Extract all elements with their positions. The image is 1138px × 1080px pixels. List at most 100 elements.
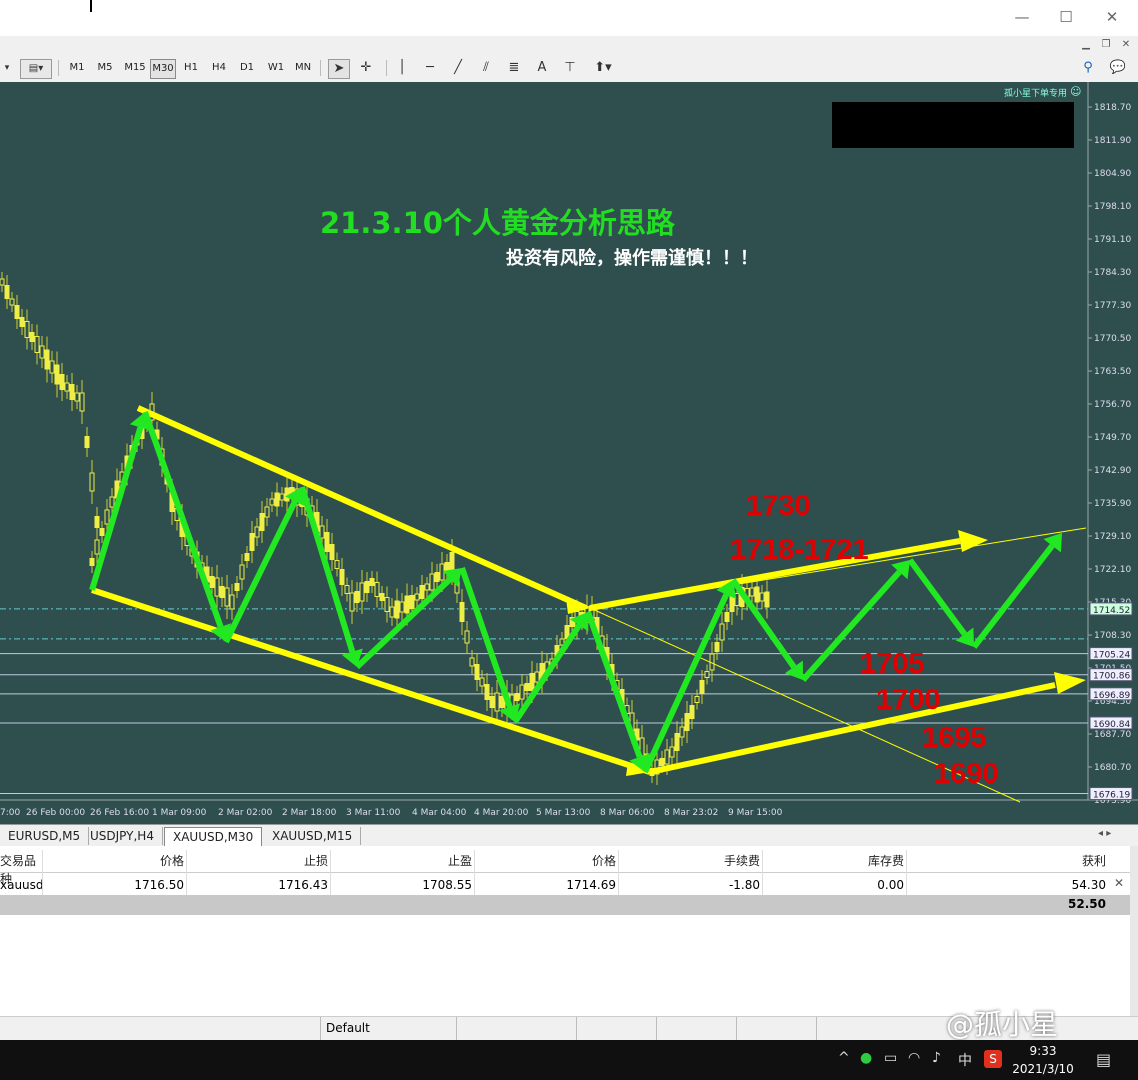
price-tick-label: 1763.50 — [1094, 367, 1131, 377]
profile-name[interactable]: Default — [326, 1021, 370, 1035]
timeframe-m30[interactable]: M30 — [150, 59, 176, 79]
indicator-label: 孤小星下单专用 — [1004, 89, 1068, 99]
price-tag-label: 1714.52 — [1093, 606, 1130, 616]
chart-tab[interactable]: XAUUSD,M30 — [164, 827, 263, 846]
candle-body — [534, 671, 540, 683]
child-restore-icon[interactable]: ❐ — [1098, 38, 1114, 52]
tray-chevron-icon[interactable]: ^ — [838, 1050, 850, 1066]
label-tool-icon[interactable]: ⊤ — [560, 59, 580, 77]
clock-time[interactable]: 9:33 — [1010, 1044, 1076, 1058]
column-header[interactable]: 价格 — [476, 852, 616, 870]
candle-body — [469, 657, 475, 667]
timeframe-h4[interactable]: H4 — [208, 59, 230, 77]
fibonacci-icon[interactable]: ≣ — [504, 59, 524, 77]
timeframe-mn[interactable]: MN — [292, 59, 314, 77]
network-icon[interactable]: ◠ — [908, 1050, 920, 1066]
candle-body — [514, 693, 520, 701]
column-separator — [906, 850, 907, 896]
wechat-icon[interactable]: ● — [860, 1050, 872, 1066]
candle-body — [209, 576, 215, 588]
order-cell[interactable]: 1716.50 — [44, 876, 184, 894]
shapes-dropdown-icon[interactable]: ⬆▾ — [588, 59, 618, 77]
chart-tab[interactable]: XAUUSD,M15 — [264, 827, 362, 845]
cursor-icon[interactable]: ➤ — [328, 59, 350, 79]
trendline-icon[interactable]: ╱ — [448, 59, 468, 77]
candle-body — [69, 384, 75, 400]
timeframe-d1[interactable]: D1 — [236, 59, 258, 77]
child-minimize-icon[interactable]: ▁ — [1078, 38, 1094, 52]
text-tool-icon[interactable]: A — [532, 59, 552, 77]
close-order-icon[interactable]: ✕ — [1114, 876, 1124, 890]
candle-body — [214, 577, 220, 597]
child-close-icon[interactable]: ✕ — [1118, 38, 1134, 52]
total-profit: 52.50 — [1068, 897, 1106, 911]
candle-body — [94, 516, 100, 528]
candle-body — [434, 572, 440, 582]
time-tick-label: 26 Feb 16:00 — [90, 808, 149, 818]
candle-body — [79, 392, 85, 412]
price-annotation: 1690 — [934, 758, 999, 790]
minimize-button[interactable]: — — [1002, 6, 1042, 28]
vertical-line-icon[interactable]: │ — [392, 59, 412, 77]
price-tick-label: 1791.10 — [1094, 235, 1131, 245]
order-cell[interactable]: 1714.69 — [476, 876, 616, 894]
timeframe-h1[interactable]: H1 — [180, 59, 202, 77]
candle-body — [109, 496, 115, 508]
chart-title: 21.3.10个人黄金分析思路 — [320, 206, 675, 240]
column-header[interactable]: 交易品种 — [0, 852, 40, 886]
price-tick-label: 1756.70 — [1094, 400, 1131, 410]
toolbar-separator — [320, 60, 321, 76]
chat-icon[interactable]: 💬 — [1106, 59, 1130, 77]
candle-body — [224, 587, 230, 607]
notification-icon[interactable]: ▤ — [1096, 1050, 1111, 1069]
order-cell[interactable]: 1708.55 — [332, 876, 472, 894]
candle-body — [249, 533, 255, 551]
toolbar-separator — [386, 60, 387, 76]
volume-icon[interactable]: ♪ — [932, 1050, 941, 1066]
zigzag-arrow-line — [299, 486, 356, 653]
column-header[interactable]: 获利 — [908, 852, 1106, 870]
tab-scroll-icon[interactable]: ◂ ▸ — [1098, 828, 1111, 839]
search-icon[interactable]: ⚲ — [1078, 59, 1098, 77]
order-cell[interactable]: 0.00 — [764, 876, 904, 894]
status-separator — [456, 1017, 457, 1041]
timeframe-m15[interactable]: M15 — [122, 59, 148, 77]
sogou-icon[interactable]: S — [984, 1050, 1002, 1068]
horizontal-line-icon[interactable]: ─ — [420, 59, 440, 77]
column-header[interactable]: 止损 — [188, 852, 328, 870]
order-cell[interactable]: xauusd — [0, 876, 44, 894]
candle-body — [99, 528, 105, 536]
crosshair-icon[interactable]: ✛ — [356, 59, 376, 77]
timeframe-m1[interactable]: M1 — [66, 59, 88, 77]
column-header[interactable]: 库存费 — [764, 852, 904, 870]
price-tick-label: 1735.90 — [1094, 499, 1131, 509]
candle-body — [724, 612, 730, 622]
dropdown-arrow-icon[interactable]: ▾ — [2, 59, 12, 77]
chart-tab[interactable]: USDJPY,H4 — [82, 827, 163, 845]
clock-date[interactable]: 2021/3/10 — [1010, 1062, 1076, 1076]
column-header[interactable]: 价格 — [44, 852, 184, 870]
channel-icon[interactable]: ⫽ — [476, 59, 496, 77]
terminal-scrollbar[interactable] — [1130, 846, 1138, 1016]
chart-type-icon[interactable]: ▤▾ — [20, 59, 52, 79]
chart-tab[interactable]: EURUSD,M5 — [0, 827, 90, 845]
timeframe-w1[interactable]: W1 — [264, 59, 288, 77]
order-cell[interactable]: 1716.43 — [188, 876, 328, 894]
close-button[interactable]: ✕ — [1092, 6, 1132, 28]
maximize-button[interactable]: ☐ — [1046, 6, 1086, 28]
price-chart[interactable]: 1818.70 1811.90 1804.90 1798.10 1791.10 1784.… — [0, 82, 1138, 824]
status-separator — [656, 1017, 657, 1041]
column-header[interactable]: 止盈 — [332, 852, 472, 870]
column-header[interactable]: 手续费 — [620, 852, 760, 870]
time-tick-label: 26 Feb 00:00 — [26, 808, 85, 818]
battery-icon[interactable]: ▭ — [884, 1050, 897, 1066]
price-tick-label: 1742.90 — [1094, 466, 1131, 476]
timeframe-m5[interactable]: M5 — [94, 59, 116, 77]
ime-indicator[interactable]: 中 — [958, 1050, 972, 1070]
order-cell[interactable]: 54.30 — [908, 876, 1106, 894]
candle-body — [659, 758, 665, 766]
status-separator — [576, 1017, 577, 1041]
candle-body — [269, 498, 275, 506]
order-cell[interactable]: -1.80 — [620, 876, 760, 894]
candle-body — [414, 593, 420, 601]
